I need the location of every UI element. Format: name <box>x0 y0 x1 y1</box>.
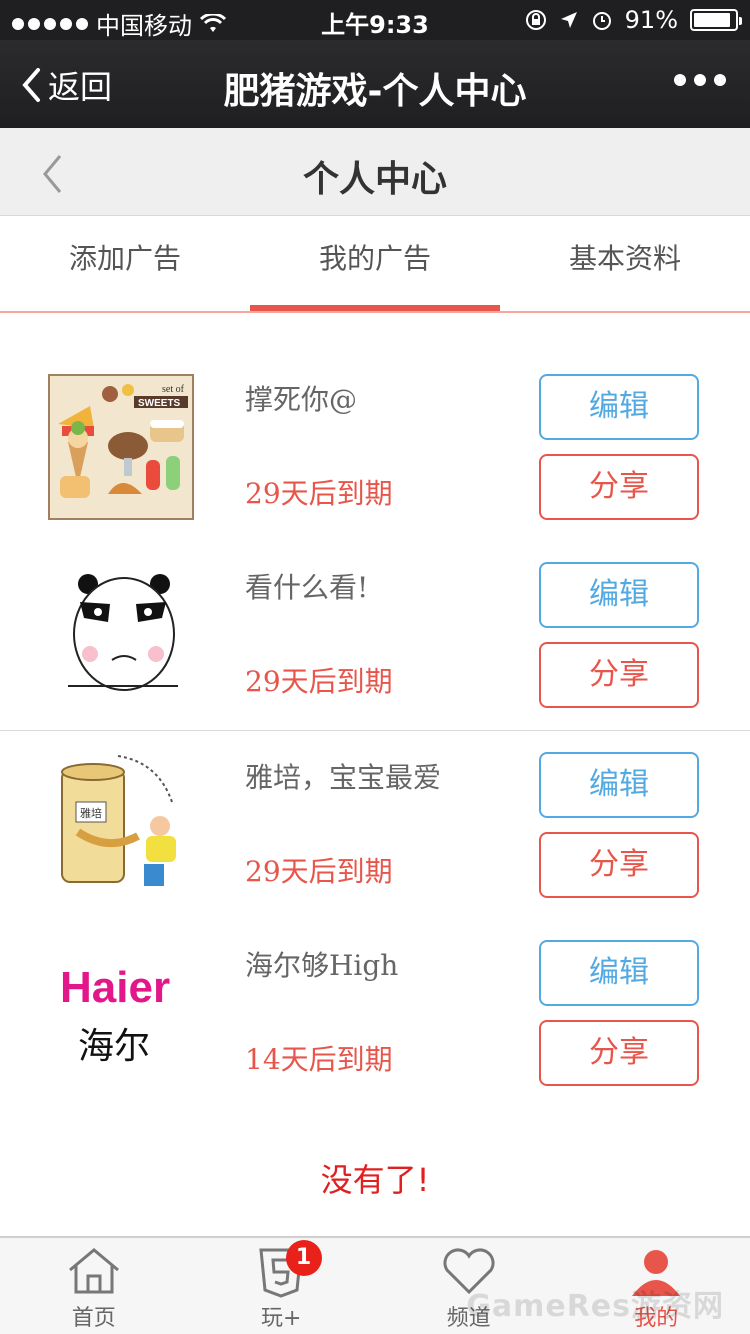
more-menu-icon[interactable] <box>674 74 726 86</box>
tabbar-item-play[interactable]: 1 玩+ <box>188 1238 376 1334</box>
haier-thumbnail: Haier 海尔 <box>48 940 194 1086</box>
share-button[interactable]: 分享 <box>539 1020 699 1086</box>
ad-expire-text: 29天后到期 <box>245 855 393 888</box>
tab-my-ads[interactable]: 我的广告 <box>250 217 500 311</box>
status-bar: 中国移动 上午9:33 91% <box>0 0 750 40</box>
svg-text:海尔: 海尔 <box>78 1026 150 1067</box>
edit-button[interactable]: 编辑 <box>539 752 699 818</box>
milk-powder-cartoon-icon: 雅培 <box>61 755 176 886</box>
ad-name: 雅培，宝宝最爱 <box>245 761 442 794</box>
tabbar-label: 玩+ <box>261 1306 302 1331</box>
rotation-lock-icon <box>525 10 546 30</box>
battery-percent: 91% <box>624 6 678 34</box>
edit-button[interactable]: 编辑 <box>539 562 699 628</box>
location-arrow-icon <box>560 12 577 28</box>
top-navigation-bar: 返回 肥猪游戏-个人中心 <box>0 40 750 128</box>
ad-expire-text: 29天后到期 <box>245 477 393 510</box>
alarm-icon <box>592 12 611 30</box>
home-icon <box>68 1248 119 1294</box>
sweets-thumbnail: set of SWEETS <box>48 374 194 520</box>
tab-profile[interactable]: 基本资料 <box>500 217 750 311</box>
ad-expire-text: 14天后到期 <box>245 1043 393 1076</box>
tab-add-ad[interactable]: 添加广告 <box>0 217 250 311</box>
share-button[interactable]: 分享 <box>539 832 699 898</box>
battery-icon <box>690 9 742 31</box>
panda-face-icon <box>68 574 178 691</box>
nav-title: 肥猪游戏-个人中心 <box>223 71 527 112</box>
page-title: 个人中心 <box>302 159 447 200</box>
tabbar-label: 首页 <box>71 1306 116 1331</box>
ad-list-item: 雅培 雅培，宝宝最爱 29天后到期 编辑 分享 <box>0 752 750 940</box>
page-header: 个人中心 <box>0 128 750 216</box>
ad-list-item: set of SWEETS 撑死你@ 29天后到期 编辑 分享 <box>0 374 750 562</box>
haier-logo-icon: Haier 海尔 <box>60 963 170 1067</box>
ad-name: 看什么看! <box>245 571 369 604</box>
ad-expire-text: 29天后到期 <box>245 665 393 698</box>
end-of-list-note: 没有了! <box>320 1161 430 1199</box>
panda-thumbnail <box>48 562 194 708</box>
status-right: 91% <box>525 6 742 34</box>
svg-text:雅培: 雅培 <box>80 806 102 820</box>
watermark: GameRes游资网 <box>466 1289 724 1324</box>
ad-name: 海尔够High <box>245 949 399 982</box>
edit-button[interactable]: 编辑 <box>539 940 699 1006</box>
tab-bar: 添加广告 我的广告 基本资料 <box>0 217 750 313</box>
edit-button[interactable]: 编辑 <box>539 374 699 440</box>
tabbar-item-home[interactable]: 首页 <box>0 1238 188 1334</box>
sweets-icon: set of SWEETS <box>58 384 188 498</box>
svg-text:Haier: Haier <box>60 963 170 1012</box>
list-divider <box>0 730 750 731</box>
ad-list-item: 看什么看! 29天后到期 编辑 分享 <box>0 562 750 750</box>
milk-powder-thumbnail: 雅培 <box>48 752 194 898</box>
svg-text:set of: set of <box>162 384 185 395</box>
svg-text:SWEETS: SWEETS <box>138 398 181 409</box>
share-button[interactable]: 分享 <box>539 454 699 520</box>
ad-name: 撑死你@ <box>245 383 358 416</box>
ad-list-item: Haier 海尔 海尔够High 14天后到期 编辑 分享 <box>0 940 750 1128</box>
share-button[interactable]: 分享 <box>539 642 699 708</box>
notification-badge: 1 <box>285 1240 322 1276</box>
